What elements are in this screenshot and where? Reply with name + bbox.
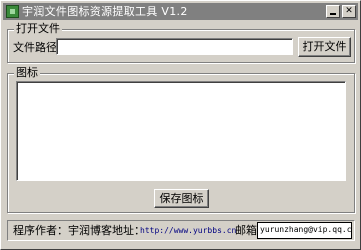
close-button[interactable]: ✕	[342, 5, 356, 18]
file-path-label: 文件路径:	[13, 41, 61, 54]
close-icon: ✕	[345, 6, 353, 16]
email-field[interactable]: yurunzhang@vip.qq.com	[257, 222, 352, 239]
open-file-group-legend: 打开文件	[14, 22, 62, 36]
app-icon[interactable]	[6, 5, 19, 18]
minimize-icon	[330, 13, 336, 15]
author-label: 程序作者：宇润	[13, 224, 90, 237]
file-path-input[interactable]	[56, 38, 293, 55]
app-window: 宇润文件图标资源提取工具 V1.2 ✕ 打开文件 文件路径: 打开文件 图标 保…	[0, 0, 361, 250]
open-file-button[interactable]: 打开文件	[298, 37, 351, 57]
blog-url-link[interactable]: http://www.yurbbs.cn	[140, 225, 236, 237]
icon-group-legend: 图标	[14, 66, 40, 80]
title-bar[interactable]: 宇润文件图标资源提取工具 V1.2 ✕	[3, 3, 358, 20]
window-title: 宇润文件图标资源提取工具 V1.2	[22, 5, 188, 18]
blog-label: 博客地址：	[90, 224, 145, 237]
status-bar: 程序作者：宇润 博客地址： http://www.yurbbs.cn 邮箱： y…	[7, 220, 355, 241]
icon-list-area[interactable]	[16, 81, 346, 181]
minimize-button[interactable]	[326, 5, 340, 18]
save-icon-button[interactable]: 保存图标	[154, 189, 209, 208]
